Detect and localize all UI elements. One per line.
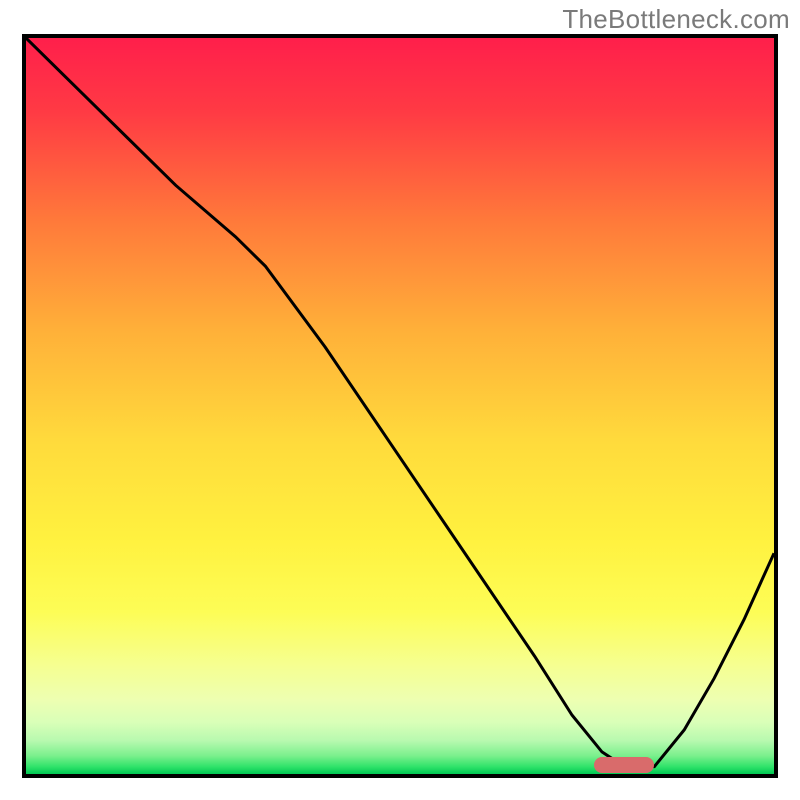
chart-container: TheBottleneck.com bbox=[0, 0, 800, 800]
bottleneck-curve bbox=[26, 38, 774, 774]
plot-frame bbox=[22, 34, 778, 778]
minimum-marker bbox=[594, 757, 654, 773]
watermark-label: TheBottleneck.com bbox=[562, 4, 790, 35]
